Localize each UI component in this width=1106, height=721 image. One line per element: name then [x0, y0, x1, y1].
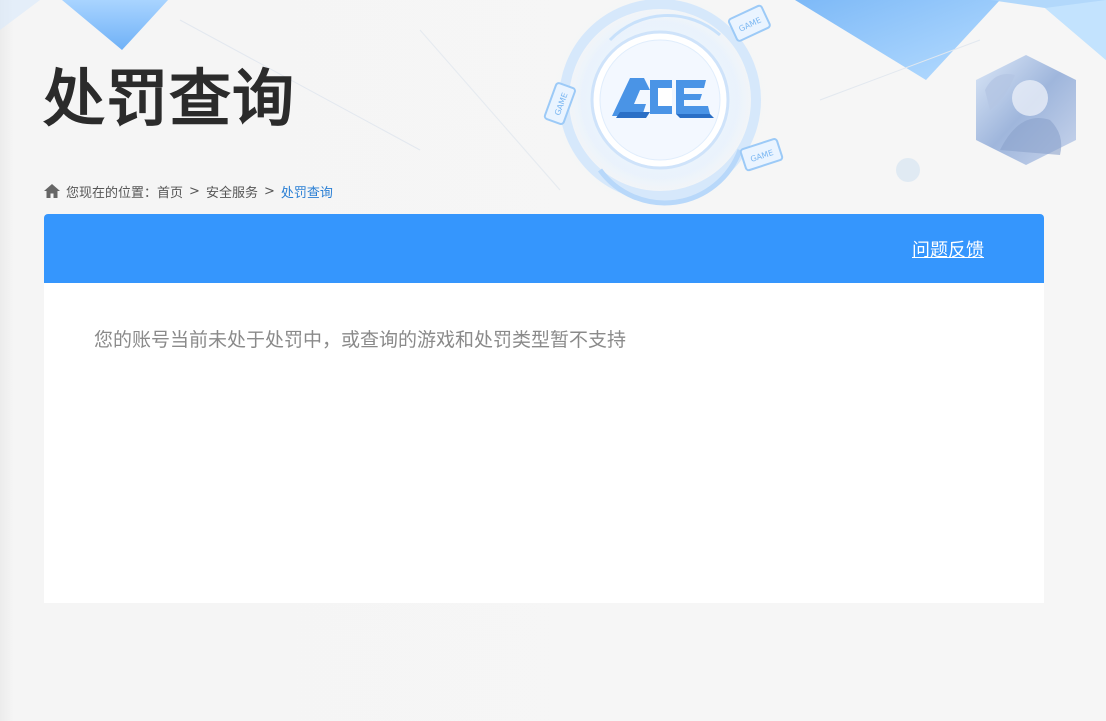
- breadcrumb-separator: >: [263, 183, 275, 199]
- ace-logo-icon: [612, 78, 714, 118]
- svg-text:GAME: GAME: [553, 91, 570, 116]
- triangle-decoration-right: [795, 0, 1000, 80]
- feedback-link[interactable]: 问题反馈: [912, 236, 984, 262]
- breadcrumb: 您现在的位置： 首页 > 安全服务 > 处罚查询: [44, 181, 333, 201]
- breadcrumb-home-link[interactable]: 首页: [157, 182, 183, 201]
- panel-body: 您的账号当前未处于处罚中，或查询的游戏和处罚类型暂不支持: [44, 283, 1044, 394]
- triangle-decoration-left: [62, 0, 168, 50]
- breadcrumb-separator: >: [189, 183, 200, 199]
- character-portrait-image: [976, 55, 1076, 165]
- breadcrumb-current: 处罚查询: [280, 185, 333, 201]
- breadcrumb-security-link[interactable]: 安全服务: [206, 182, 258, 201]
- result-panel: 问题反馈 您的账号当前未处于处罚中，或查询的游戏和处罚类型暂不支持: [44, 214, 1044, 603]
- panel-header: 问题反馈: [44, 214, 1044, 283]
- breadcrumb-prefix: 您现在的位置：: [66, 185, 158, 201]
- game-badge-icon: GAME: [739, 138, 784, 172]
- page-title: 处罚查询: [43, 62, 296, 135]
- svg-text:GAME: GAME: [737, 16, 762, 34]
- page: GAME GAME GAME 处罚查询 您现在的位置： 首页 > 安全服务 > …: [0, 0, 1106, 721]
- svg-text:GAME: GAME: [749, 148, 774, 164]
- home-icon: [44, 184, 60, 198]
- game-badge-icon: GAME: [543, 82, 576, 125]
- game-badge-icon: GAME: [727, 4, 771, 42]
- status-message: 您的账号当前未处于处罚中，或查询的游戏和处罚类型暂不支持: [94, 329, 627, 351]
